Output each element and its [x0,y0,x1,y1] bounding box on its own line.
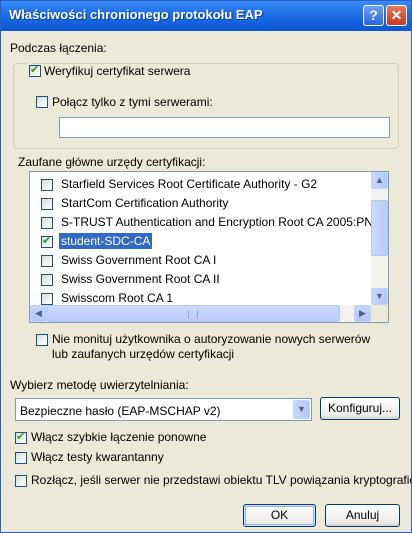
horizontal-scroll-thumb[interactable] [47,305,340,322]
trusted-ca-row[interactable]: S-TRUST Authentication and Encryption Ro… [30,213,373,232]
trusted-ca-checkbox[interactable] [41,255,53,267]
cancel-button[interactable]: Anuluj [325,504,400,527]
trusted-ca-row[interactable]: Swiss Government Root CA II [30,270,367,289]
verify-certificate-option[interactable]: Weryfikuj certyfikat serwera [28,63,194,79]
trusted-ca-label: Swiss Government Root CA I [61,253,217,267]
dont-prompt-label-line2: lub zaufanych urzędów certyfikacji [52,347,235,361]
scrollbar-corner [371,305,388,322]
trusted-ca-checkbox[interactable] [41,179,53,191]
trusted-ca-checkbox[interactable] [41,274,53,286]
trusted-ca-label: Zaufane główne urzędy certyfikacji: [18,155,206,169]
trusted-ca-listbox[interactable]: Starfield Services Root Certificate Auth… [29,171,389,323]
quarantine-checks-label: Włącz testy kwarantanny [31,450,164,464]
scroll-right-arrow-icon[interactable]: ▶ [354,305,371,322]
trusted-ca-label: Swiss Government Root CA II [61,272,220,286]
scroll-up-arrow-icon[interactable]: ▲ [371,172,388,189]
trusted-ca-row[interactable]: StartCom Certification Authority [30,194,367,213]
auth-method-value: Bezpieczne hasło (EAP-MSCHAP v2) [20,404,221,418]
fast-reconnect-label: Włącz szybkie łączenie ponowne [31,430,207,444]
connect-to-servers-checkbox[interactable] [36,96,48,108]
verify-certificate-checkbox[interactable] [29,63,41,77]
vertical-scrollbar[interactable]: ▲ ▼ [371,172,388,305]
trusted-ca-checkbox[interactable] [41,217,53,229]
trusted-ca-label: Swisscom Root CA 1 [61,291,174,305]
trusted-ca-label: StartCom Certification Authority [61,196,229,210]
connecting-label: Podczas łączenia: [10,41,107,55]
trusted-ca-row[interactable]: Swiss Government Root CA I [30,251,367,270]
trusted-ca-row[interactable]: student-SDC-CA [30,232,367,251]
disconnect-tlv-checkbox[interactable] [15,475,27,487]
trusted-ca-checkbox[interactable] [41,293,53,305]
trusted-ca-checkbox[interactable] [41,234,53,248]
dialog-content: Podczas łączenia: Weryfikuj certyfikat s… [9,39,411,527]
trusted-ca-row[interactable]: Starfield Services Root Certificate Auth… [30,175,367,194]
trusted-ca-label: Starfield Services Root Certificate Auth… [61,177,318,191]
quarantine-checks-checkbox[interactable] [15,452,27,464]
dont-prompt-label-line1: Nie monituj użytkownika o autoryzowanie … [52,332,371,346]
servers-input[interactable] [59,117,390,138]
title-bar: Właściwości chronionego protokołu EAP ? … [1,1,411,31]
ok-button[interactable]: OK [243,504,316,527]
help-button[interactable]: ? [363,5,384,26]
dont-prompt-checkbox[interactable] [36,334,48,346]
scroll-left-arrow-icon[interactable]: ◀ [30,305,47,322]
trusted-ca-checkbox[interactable] [41,198,53,210]
chevron-down-icon[interactable]: ▼ [293,400,310,419]
trusted-ca-label: S-TRUST Authentication and Encryption Ro… [61,215,373,229]
window-title: Właściwości chronionego protokołu EAP [9,7,263,22]
scroll-down-arrow-icon[interactable]: ▼ [371,288,388,305]
auth-method-label: Wybierz metodę uwierzytelniania: [10,378,189,392]
trusted-ca-label: student-SDC-CA [59,233,153,249]
close-button[interactable]: ✕ [386,5,407,26]
verify-certificate-label: Weryfikuj certyfikat serwera [44,64,194,78]
vertical-scroll-thumb[interactable] [371,200,388,256]
configure-button[interactable]: Konfiguruj... [320,397,400,420]
disconnect-tlv-label: Rozłącz, jeśli serwer nie przedstawi obi… [31,473,412,487]
auth-method-select[interactable]: Bezpieczne hasło (EAP-MSCHAP v2) ▼ [15,398,312,421]
eap-properties-dialog: Właściwości chronionego protokołu EAP ? … [0,0,412,533]
fast-reconnect-checkbox[interactable] [15,430,27,444]
connect-to-servers-label: Połącz tylko z tymi serwerami: [52,95,213,109]
horizontal-scrollbar[interactable]: ◀ ▶ [30,305,371,322]
